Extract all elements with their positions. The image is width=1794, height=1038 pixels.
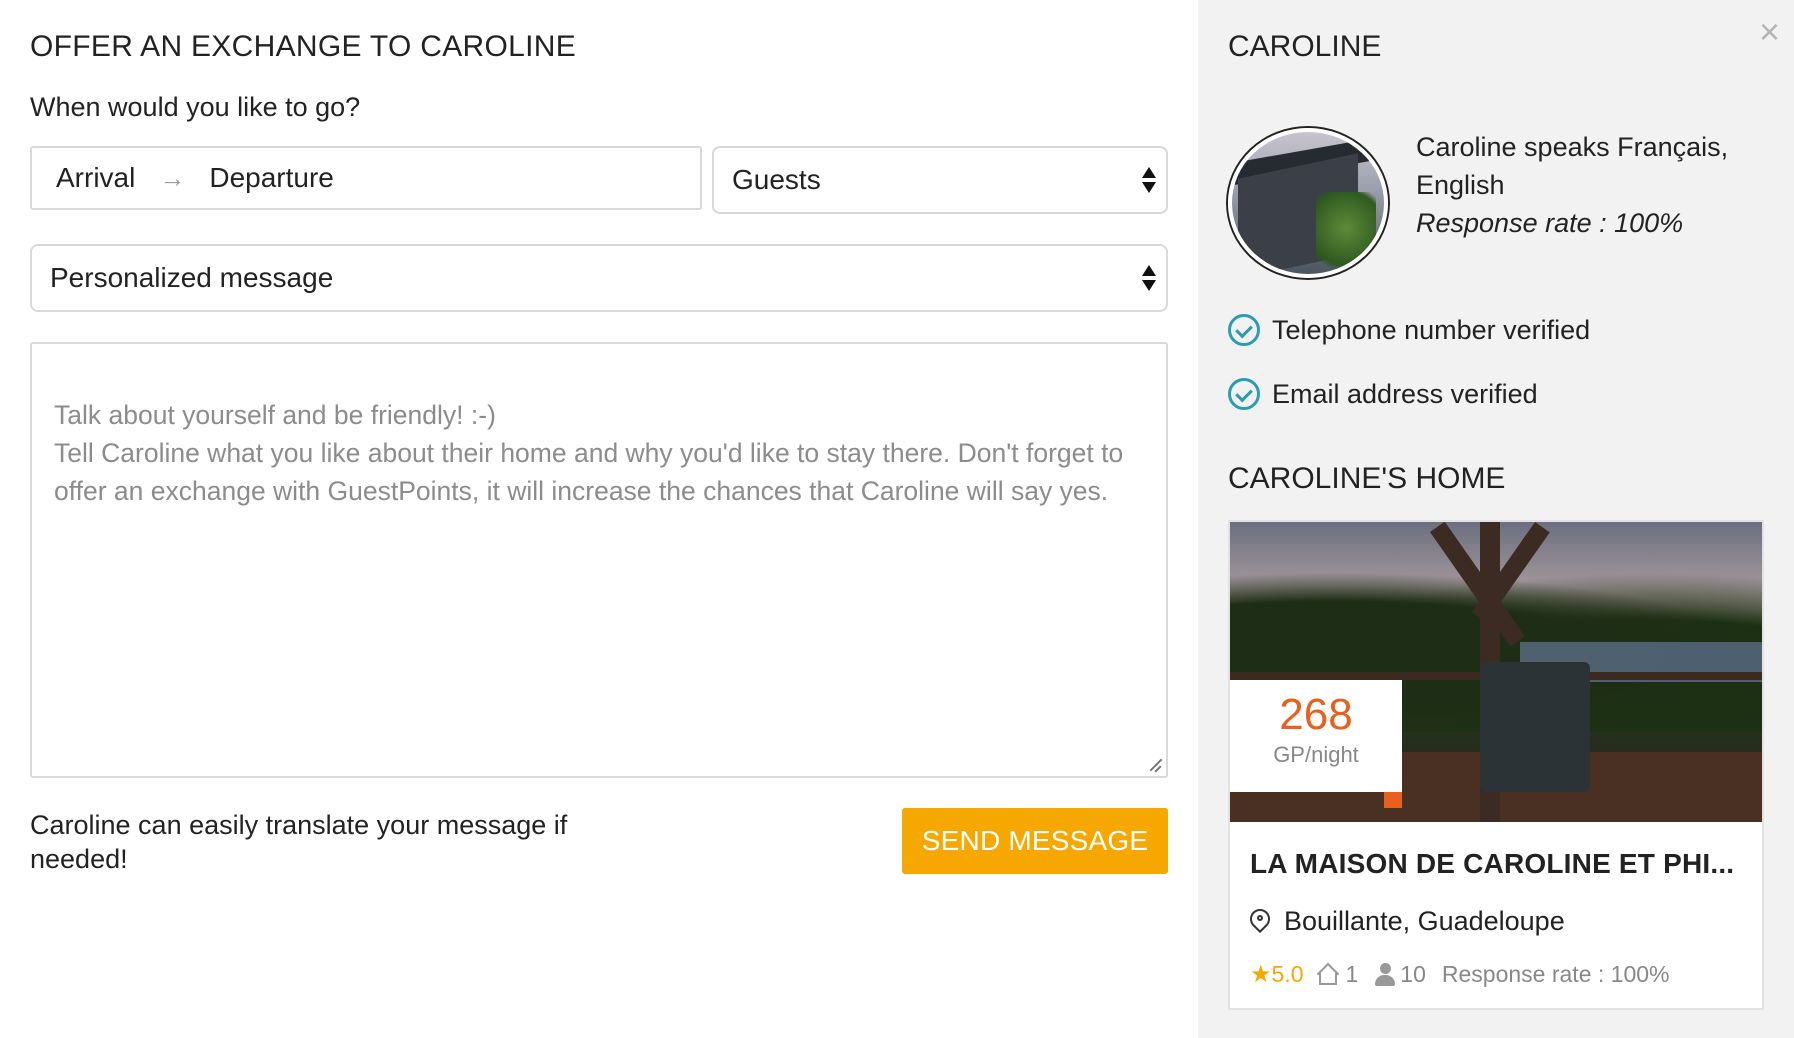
select-caret-icon	[1142, 165, 1156, 195]
arrow-right-icon: →	[159, 162, 186, 193]
home-photo[interactable]: 268 GP/night	[1230, 522, 1762, 822]
verification-email: Email address verified	[1228, 378, 1538, 410]
home-section-title: CAROLINE'S HOME	[1228, 462, 1506, 495]
form-title: OFFER AN EXCHANGE TO CAROLINE	[30, 30, 577, 63]
host-info: Caroline speaks Français, English Respon…	[1416, 128, 1776, 242]
verification-label: Telephone number verified	[1272, 314, 1591, 345]
home-card[interactable]: 268 GP/night LA MAISON DE CAROLINE ET PH…	[1228, 520, 1764, 1010]
message-type-select[interactable]: Personalized message	[30, 244, 1168, 312]
location-pin-icon	[1250, 909, 1270, 935]
host-response-rate: Response rate : 100%	[1416, 208, 1684, 238]
listing-stats: ★ 5.0 1 10 Response rate : 100%	[1250, 960, 1669, 989]
star-icon: ★	[1250, 961, 1272, 988]
select-caret-icon	[1142, 263, 1156, 293]
price-badge: 268 GP/night	[1230, 680, 1402, 808]
bedrooms-count: 1	[1345, 961, 1359, 987]
price-unit: GP/night	[1273, 742, 1359, 767]
verification-phone: Telephone number verified	[1228, 314, 1590, 346]
host-avatar	[1228, 128, 1388, 278]
location-text: Bouillante, Guadeloupe	[1284, 906, 1565, 936]
close-icon[interactable]: ×	[1759, 14, 1780, 50]
listing-title[interactable]: LA MAISON DE CAROLINE ET PHI...	[1250, 848, 1750, 880]
guests-select-label: Guests	[732, 164, 821, 195]
listing-location: Bouillante, Guadeloupe	[1250, 906, 1565, 937]
message-type-label: Personalized message	[50, 262, 334, 293]
departure-field[interactable]: Departure	[209, 162, 334, 194]
verification-label: Email address verified	[1272, 378, 1538, 409]
check-circle-icon	[1228, 314, 1260, 346]
arrival-field[interactable]: Arrival	[56, 162, 135, 194]
dates-question: When would you like to go?	[30, 92, 361, 122]
guests-count: 10	[1400, 961, 1426, 987]
host-name: CAROLINE	[1228, 30, 1382, 63]
guests-select[interactable]: Guests	[712, 146, 1168, 214]
host-sidebar: × CAROLINE Caroline speaks Français, Eng…	[1198, 0, 1794, 1038]
price-value: 268	[1279, 690, 1353, 739]
check-circle-icon	[1228, 378, 1260, 410]
resize-handle-icon[interactable]	[1148, 758, 1162, 772]
send-message-button[interactable]: SEND MESSAGE	[902, 808, 1168, 874]
translate-note: Caroline can easily translate your messa…	[30, 810, 568, 874]
rating-value: 5.0	[1271, 961, 1304, 987]
exchange-form-panel: OFFER AN EXCHANGE TO CAROLINE When would…	[0, 0, 1198, 1038]
person-icon	[1374, 962, 1396, 987]
message-textarea[interactable]: Talk about yourself and be friendly! :-)…	[30, 342, 1168, 778]
listing-response-rate: Response rate : 100%	[1441, 961, 1670, 987]
date-range-picker[interactable]: Arrival → Departure	[30, 146, 702, 210]
message-placeholder: Talk about yourself and be friendly! :-)…	[54, 400, 1124, 506]
home-bedroom-icon	[1316, 964, 1340, 986]
host-languages: Caroline speaks Français, English	[1416, 132, 1729, 200]
